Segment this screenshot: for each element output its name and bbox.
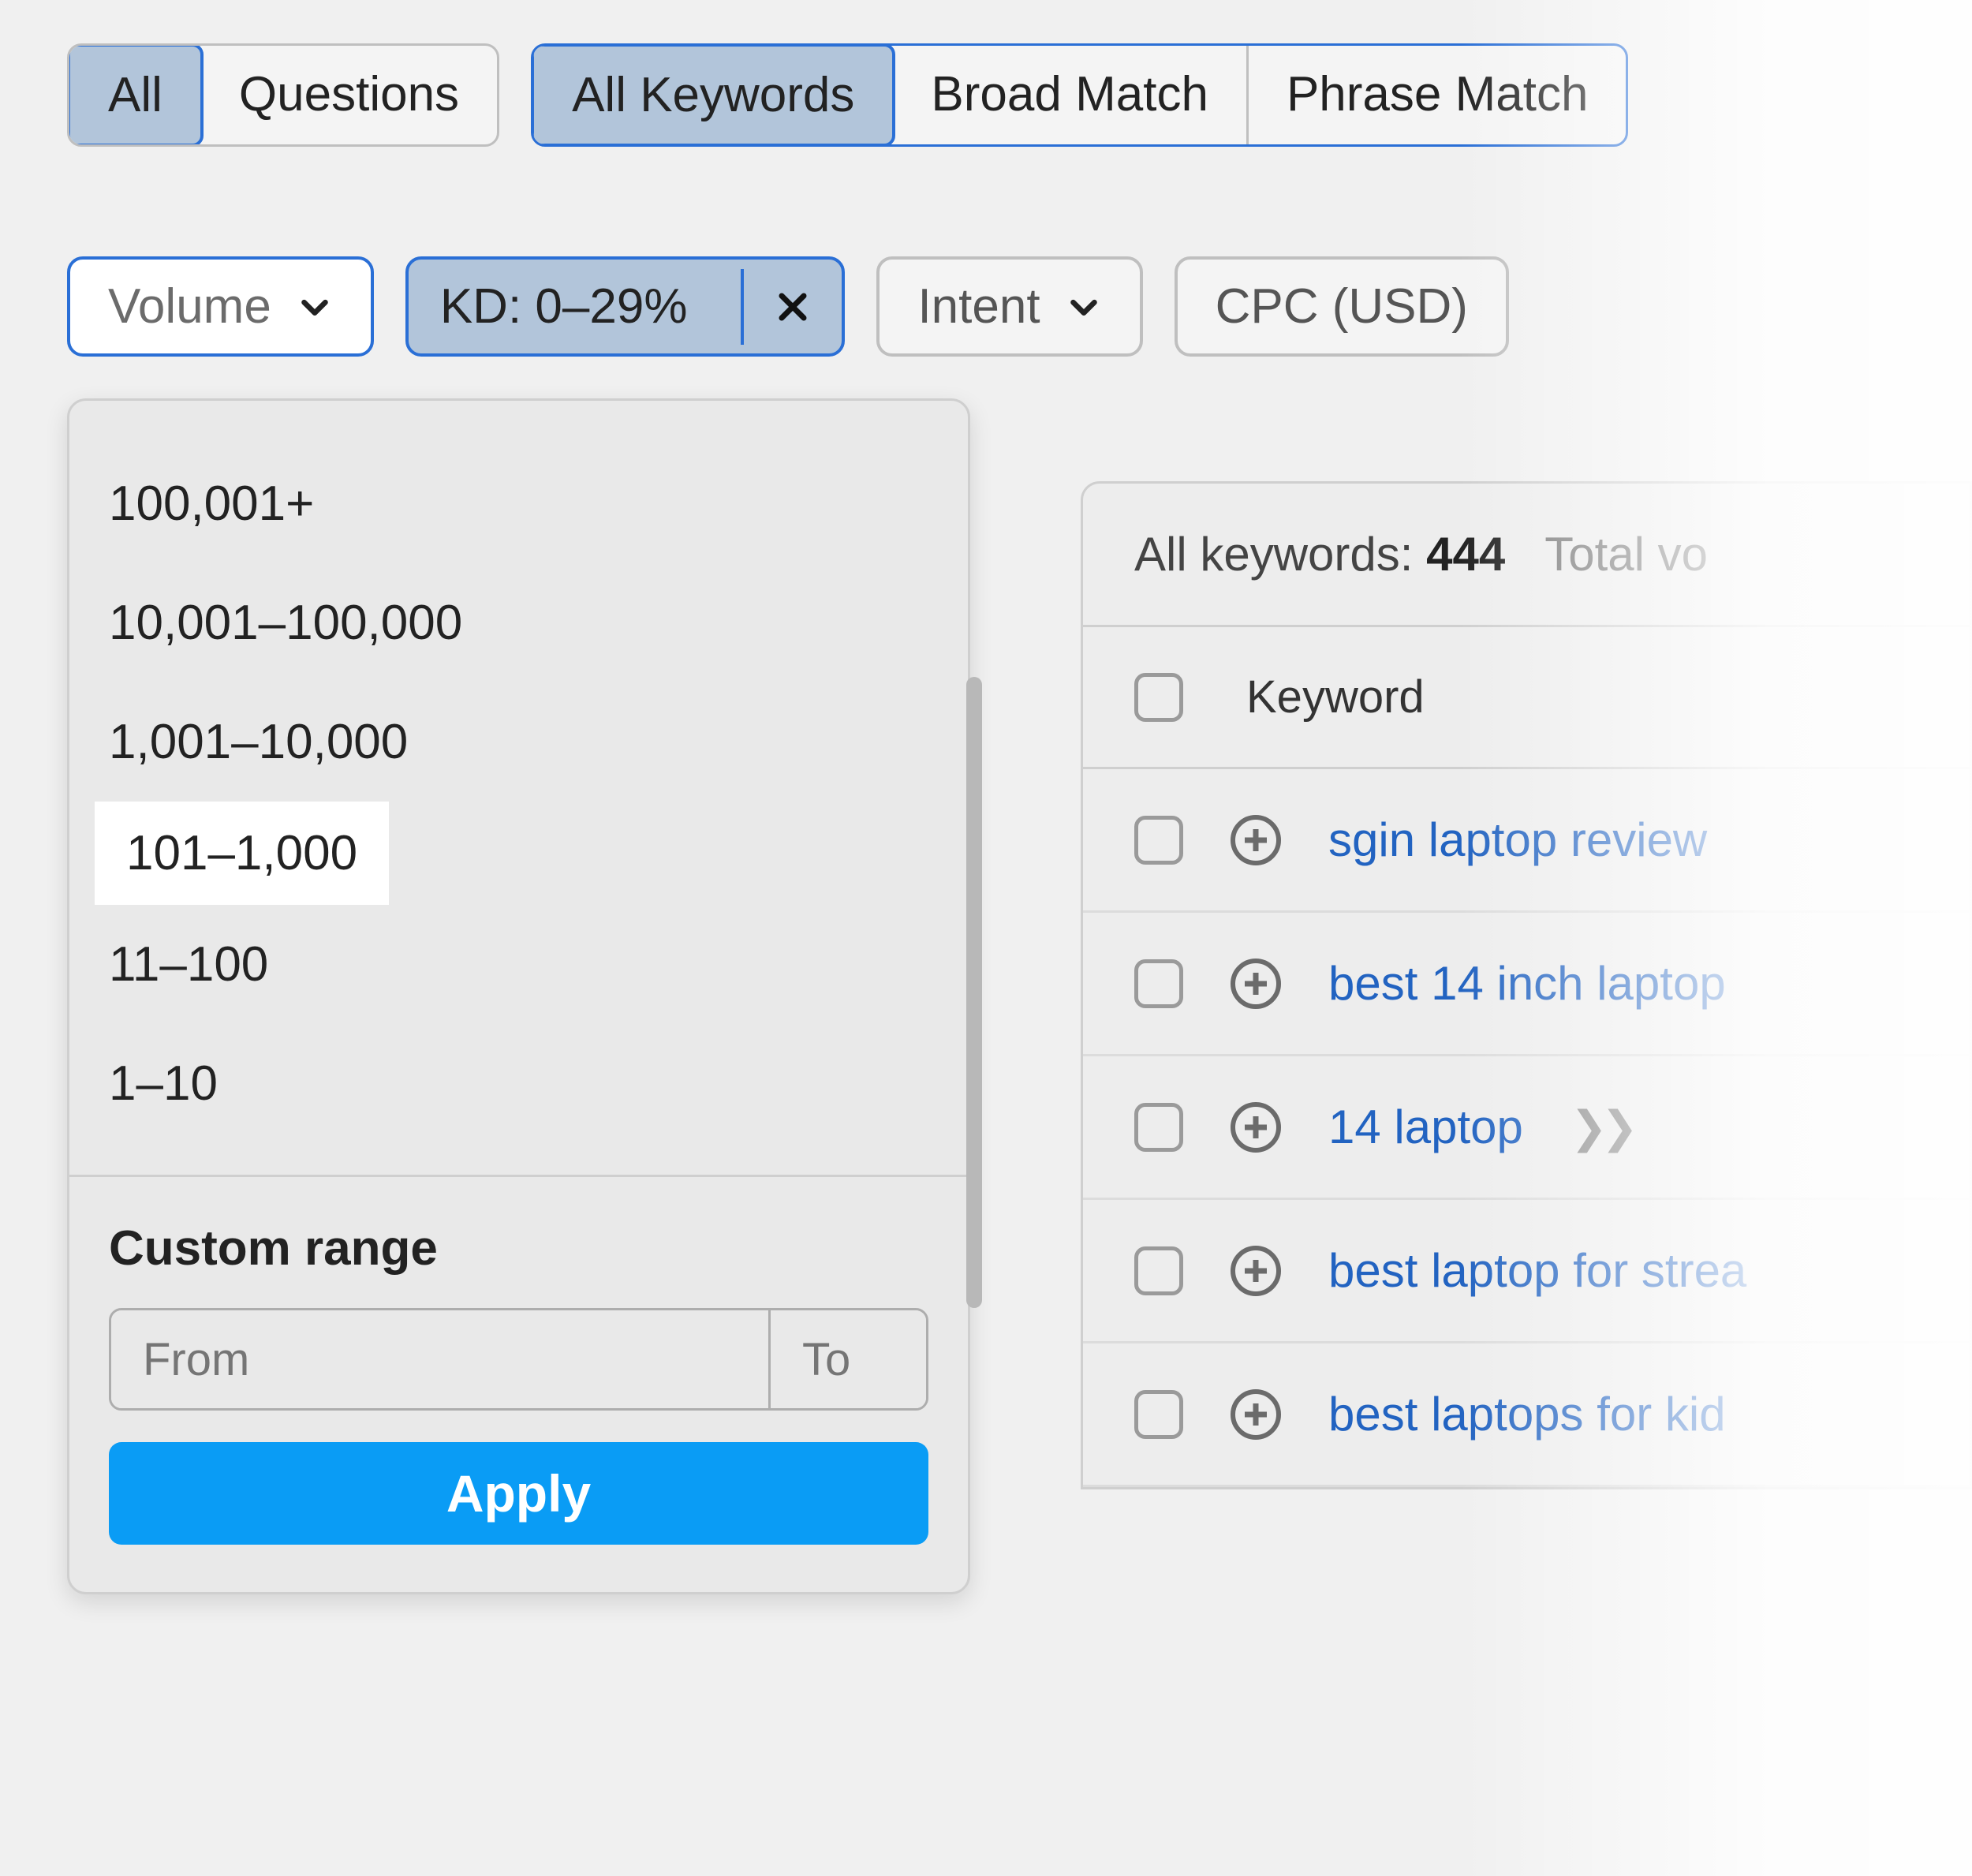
custom-range-to-input[interactable] [771, 1310, 928, 1408]
volume-option-highlighted[interactable]: 101–1,000 [95, 802, 389, 905]
tab-all[interactable]: All [67, 43, 204, 147]
custom-range-title: Custom range [109, 1220, 928, 1276]
add-keyword-icon[interactable] [1231, 1102, 1281, 1153]
filter-kd[interactable]: KD: 0–29% [405, 256, 846, 357]
tab-questions[interactable]: Questions [201, 46, 497, 144]
more-variants-icon[interactable]: ❯❯ [1571, 1101, 1632, 1153]
results-header-prefix: All keywords: [1134, 528, 1426, 581]
filter-volume[interactable]: Volume [67, 256, 374, 357]
keyword-link[interactable]: best laptops for kid [1328, 1387, 1726, 1441]
volume-option[interactable]: 11–100 [69, 905, 968, 1024]
volume-option[interactable]: 100,001+ [69, 444, 968, 563]
select-all-checkbox[interactable] [1134, 673, 1183, 722]
table-row: best laptops for kid [1083, 1343, 1970, 1487]
filter-cpc[interactable]: CPC (USD) [1175, 256, 1509, 357]
dropdown-scrollbar[interactable] [966, 677, 982, 1308]
add-keyword-icon[interactable] [1231, 815, 1281, 865]
keyword-link[interactable]: best laptop for strea [1328, 1243, 1746, 1298]
row-checkbox[interactable] [1134, 816, 1183, 865]
filter-volume-label: Volume [108, 278, 271, 334]
table-row: best laptop for strea [1083, 1200, 1970, 1343]
add-keyword-icon[interactable] [1231, 959, 1281, 1009]
row-checkbox[interactable] [1134, 1390, 1183, 1439]
tab-group-question-type: All Questions [67, 43, 499, 147]
keyword-link[interactable]: 14 laptop [1328, 1100, 1523, 1154]
volume-option[interactable]: 10,001–100,000 [69, 563, 968, 682]
row-checkbox[interactable] [1134, 959, 1183, 1008]
tab-all-keywords[interactable]: All Keywords [531, 43, 895, 147]
row-checkbox[interactable] [1134, 1103, 1183, 1152]
results-total-volume-label: Total vo [1544, 527, 1708, 581]
table-row: 14 laptop ❯❯ [1083, 1056, 1970, 1200]
custom-range-from-input[interactable] [111, 1310, 771, 1408]
add-keyword-icon[interactable] [1231, 1246, 1281, 1296]
tab-phrase-match[interactable]: Phrase Match [1249, 46, 1627, 144]
filter-intent-label: Intent [917, 278, 1040, 334]
filter-intent[interactable]: Intent [876, 256, 1142, 357]
keyword-link[interactable]: sgin laptop review [1328, 813, 1707, 867]
volume-dropdown: 100,001+ 10,001–100,000 1,001–10,000 101… [67, 398, 970, 1594]
tab-group-match-type: All Keywords Broad Match Phrase Match [531, 43, 1628, 147]
table-row: sgin laptop review [1083, 769, 1970, 913]
apply-button[interactable]: Apply [109, 1442, 928, 1545]
row-checkbox[interactable] [1134, 1246, 1183, 1295]
filter-kd-label: KD: 0–29% [409, 260, 716, 353]
results-count: 444 [1426, 528, 1505, 581]
chevron-down-icon [297, 289, 333, 325]
volume-option[interactable]: 1,001–10,000 [69, 682, 968, 802]
volume-custom-range: Custom range Apply [69, 1175, 968, 1592]
keyword-link[interactable]: best 14 inch laptop [1328, 956, 1726, 1011]
tab-broad-match[interactable]: Broad Match [893, 46, 1249, 144]
volume-option[interactable]: 1–10 [69, 1024, 968, 1143]
filter-cpc-label: CPC (USD) [1216, 278, 1468, 334]
table-row: best 14 inch laptop [1083, 913, 1970, 1056]
volume-option-list: 100,001+ 10,001–100,000 1,001–10,000 101… [69, 401, 968, 1175]
results-summary: All keywords: 444 Total vo [1083, 484, 1970, 625]
filter-kd-clear[interactable] [741, 269, 842, 345]
chevron-down-icon [1066, 289, 1102, 325]
column-header-keyword: Keyword [1246, 671, 1425, 723]
results-column-header: Keyword [1083, 625, 1970, 769]
results-panel: All keywords: 444 Total vo Keyword sgin … [1081, 481, 1972, 1489]
close-icon [774, 288, 812, 326]
add-keyword-icon[interactable] [1231, 1389, 1281, 1440]
